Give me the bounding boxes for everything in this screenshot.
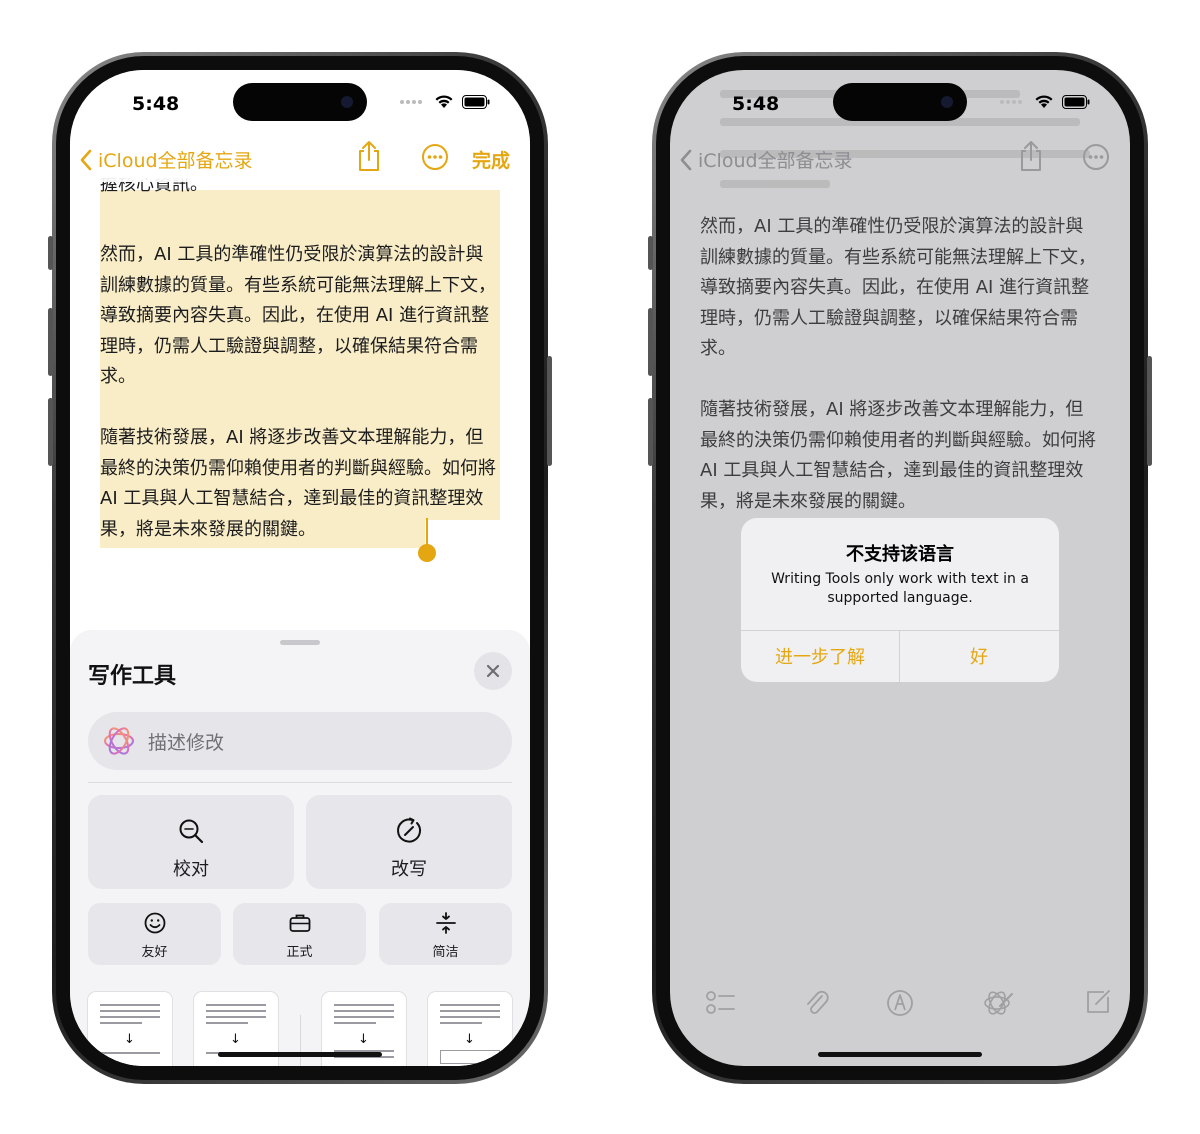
markup-icon[interactable] <box>885 988 915 1018</box>
arrow-down-icon: ↓ <box>464 1032 475 1047</box>
note-paragraph: 然而，AI 工具的準確性仍受限於演算法的設計與訓練數據的質量。有些系統可能無法理… <box>700 216 1096 359</box>
magnifier-icon <box>179 819 204 844</box>
table-thumbnail[interactable]: ↓ <box>428 992 512 1066</box>
smiley-icon <box>144 912 165 934</box>
signal-icon <box>1000 99 1026 104</box>
alert-message: Writing Tools only work with text in a s… <box>771 571 1029 606</box>
share-icon[interactable] <box>356 140 382 172</box>
alert-title: 不支持该语言 <box>846 544 954 565</box>
selection-handle[interactable] <box>418 544 436 562</box>
close-icon <box>486 664 500 678</box>
home-indicator[interactable] <box>818 1052 982 1057</box>
thumb-divider <box>300 1015 301 1066</box>
concise-button[interactable]: 简洁 <box>379 903 512 965</box>
notes-screen-alert: 5:48 iCloud全部备忘录 然而，AI 工具的準確性仍受限於演算法的設計與… <box>670 70 1130 1066</box>
professional-button[interactable]: 正式 <box>233 903 366 965</box>
text-caret <box>426 518 428 546</box>
signal-icon <box>400 99 426 104</box>
status-icons <box>400 94 490 109</box>
proofread-button[interactable]: 校对 <box>88 795 294 889</box>
note-paragraph: 然而，AI 工具的準確性仍受限於演算法的設計與訓練數據的質量。有些系統可能無法理… <box>100 244 496 387</box>
ellipsis-circle-icon[interactable] <box>421 143 449 171</box>
sheet-title: 写作工具 <box>88 664 177 689</box>
home-indicator[interactable] <box>218 1052 382 1057</box>
table-glyph <box>440 1050 500 1064</box>
friendly-label: 友好 <box>141 945 168 960</box>
concise-icon <box>435 912 456 934</box>
dynamic-island <box>833 83 967 121</box>
describe-change-input[interactable]: 描述修改 <box>88 712 512 770</box>
ok-button[interactable]: 好 <box>900 630 1058 682</box>
back-button[interactable]: iCloud全部备忘录 <box>680 146 853 173</box>
arrow-down-icon: ↓ <box>358 1032 369 1047</box>
status-time: 5:48 <box>132 93 180 115</box>
ellipsis-circle-icon[interactable] <box>1082 143 1110 171</box>
sheet-grabber[interactable] <box>280 640 320 645</box>
compose-icon[interactable] <box>1084 988 1112 1016</box>
status-time: 5:48 <box>732 93 780 115</box>
chevron-left-icon <box>680 149 692 170</box>
back-label: iCloud全部备忘录 <box>698 150 853 172</box>
phone-left: 握核心資訊。 然而，AI 工具的準確性仍受限於演算法的設計與訓練數據的質量。有些… <box>48 52 552 1084</box>
back-label: iCloud全部备忘录 <box>98 150 253 172</box>
paperclip-icon[interactable] <box>804 988 830 1018</box>
wifi-icon <box>1035 95 1053 108</box>
note-body[interactable]: 然而，AI 工具的準確性仍受限於演算法的設計與訓練數據的質量。有些系統可能無法理… <box>700 212 1100 522</box>
notes-screen-editing: 握核心資訊。 然而，AI 工具的準確性仍受限於演算法的設計與訓練數據的質量。有些… <box>70 70 530 1066</box>
writing-tools-icon[interactable] <box>982 988 1014 1018</box>
note-paragraph: 隨著技術發展，AI 將逐步改善文本理解能力，但最終的決策仍需仰賴使用者的判斷與經… <box>100 427 496 540</box>
writing-tools-sheet: 写作工具 描述修改 校对 改写 友好 正式 简洁 ↓ ↓ ↓ ↓ <box>70 630 530 1066</box>
rewrite-label: 改写 <box>391 859 427 880</box>
professional-label: 正式 <box>286 945 313 960</box>
nav-bar: iCloud全部备忘录 <box>670 138 1130 182</box>
divider <box>88 782 512 783</box>
note-body[interactable]: 握核心資訊。 然而，AI 工具的準確性仍受限於演算法的設計與訓練數據的質量。有些… <box>100 178 500 576</box>
dynamic-island <box>233 83 367 121</box>
battery-icon <box>1062 94 1090 109</box>
friendly-button[interactable]: 友好 <box>88 903 221 965</box>
nav-bar: iCloud全部备忘录 完成 <box>70 138 530 182</box>
note-paragraph: 隨著技術發展，AI 將逐步改善文本理解能力，但最終的決策仍需仰賴使用者的判斷與經… <box>700 399 1096 512</box>
status-icons <box>1000 94 1090 109</box>
rewrite-icon <box>397 817 422 843</box>
chevron-left-icon <box>80 149 92 170</box>
notes-toolbar <box>670 988 1130 1018</box>
done-button[interactable]: 完成 <box>472 146 510 173</box>
wifi-icon <box>435 95 453 108</box>
arrow-down-icon: ↓ <box>230 1032 241 1047</box>
concise-label: 简洁 <box>432 945 459 960</box>
proofread-label: 校对 <box>173 859 209 880</box>
briefcase-icon <box>289 914 310 932</box>
rewrite-button[interactable]: 改写 <box>306 795 512 889</box>
unsupported-language-alert: 不支持该语言 Writing Tools only work with text… <box>741 518 1059 682</box>
arrow-down-icon: ↓ <box>124 1032 135 1047</box>
summary-thumbnail[interactable]: ↓ <box>88 992 172 1066</box>
apple-intelligence-icon <box>104 727 134 755</box>
describe-placeholder: 描述修改 <box>148 732 225 754</box>
back-button[interactable]: iCloud全部备忘录 <box>80 146 253 173</box>
close-button[interactable] <box>474 652 512 690</box>
battery-icon <box>462 94 490 109</box>
checklist-icon[interactable] <box>706 990 736 1016</box>
share-icon[interactable] <box>1018 140 1044 172</box>
learn-more-button[interactable]: 进一步了解 <box>741 630 899 682</box>
phone-right: 5:48 iCloud全部备忘录 然而，AI 工具的準確性仍受限於演算法的設計與… <box>648 52 1152 1084</box>
